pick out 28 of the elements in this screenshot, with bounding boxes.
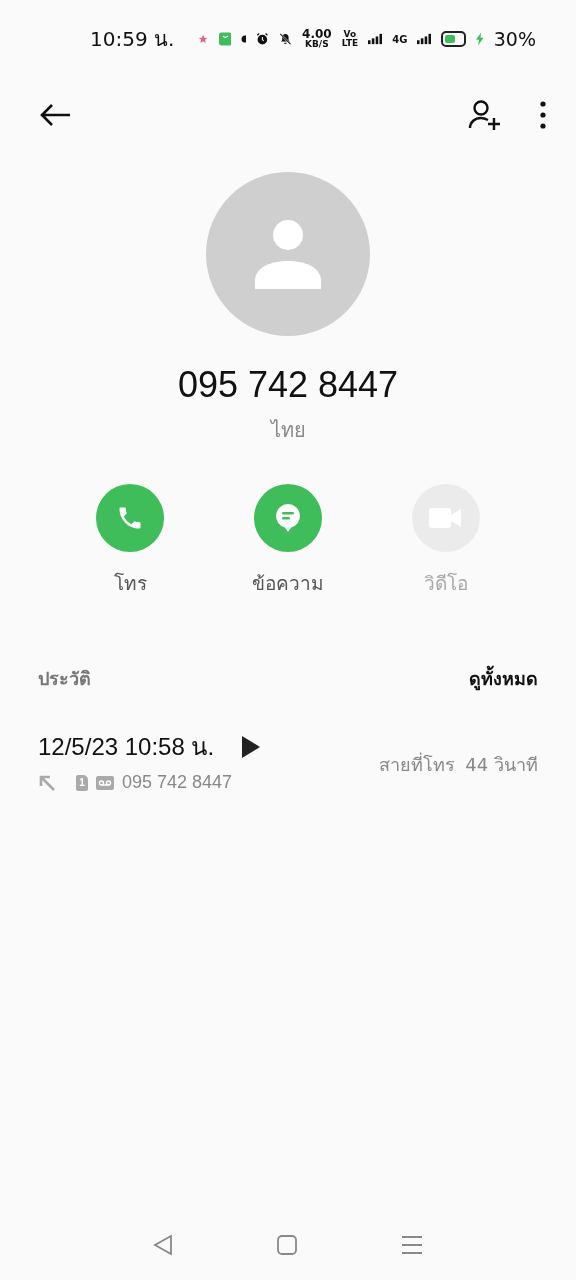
- chat-bubble-icon: [273, 502, 303, 534]
- add-person-icon: [468, 99, 502, 131]
- outgoing-call-arrow-icon: [38, 773, 56, 792]
- person-silhouette-icon: [253, 219, 323, 289]
- more-vertical-icon: [540, 101, 546, 129]
- call-duration: 44 วินาที: [465, 752, 538, 777]
- history-title: ประวัติ: [38, 667, 91, 691]
- back-arrow-icon: [40, 103, 72, 127]
- menu-nav-icon[interactable]: [401, 1235, 423, 1255]
- phone-number: 095 742 8447: [177, 364, 399, 406]
- status-time: 10:59 น.: [90, 26, 175, 53]
- number-location: ไทย: [270, 417, 306, 444]
- volte-indicator: Vo LTE: [341, 30, 359, 48]
- signal-icon: [368, 31, 383, 47]
- back-nav-icon[interactable]: [153, 1234, 173, 1256]
- sim-indicator: 1: [76, 774, 88, 791]
- network-type: 4G: [392, 33, 408, 45]
- call-number: 095 742 8447: [122, 772, 233, 793]
- play-icon[interactable]: [242, 735, 261, 758]
- battery-icon: [441, 31, 467, 47]
- see-all-link[interactable]: ดูทั้งหมด: [469, 664, 538, 693]
- home-nav-icon[interactable]: [277, 1235, 297, 1255]
- signal-icon: [417, 31, 432, 47]
- call-datetime: 12/5/23 10:58 น.: [38, 732, 215, 762]
- call-type: สายที่โทร: [379, 751, 456, 777]
- voicemail-icon: [96, 775, 114, 790]
- battery-percentage: 30%: [493, 28, 536, 50]
- network-speed: 4.00 KB/S: [302, 29, 332, 49]
